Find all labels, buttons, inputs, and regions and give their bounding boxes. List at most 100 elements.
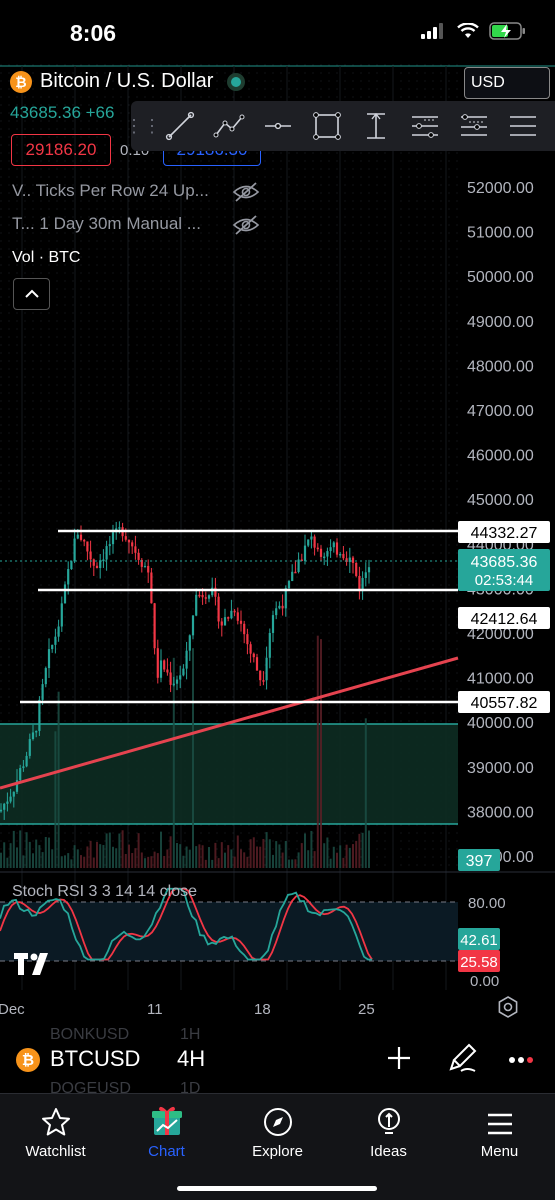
- candle-body: [307, 539, 310, 546]
- trend-line-tool[interactable]: [155, 101, 204, 151]
- measure-tool[interactable]: [351, 101, 400, 151]
- volume-bar: [368, 830, 370, 868]
- candle-body: [79, 534, 83, 540]
- tab-watchlist[interactable]: Watchlist: [0, 1094, 111, 1164]
- volume-bar: [278, 844, 281, 868]
- price-change: 43685.36 +66: [10, 103, 115, 122]
- candle-body: [51, 644, 54, 650]
- volume-bar: [284, 840, 287, 868]
- volume-bar: [342, 857, 345, 868]
- candle-body: [147, 565, 150, 573]
- fib-retracement-tool[interactable]: [400, 101, 449, 151]
- compass-icon: [263, 1108, 292, 1136]
- candle-body: [86, 541, 89, 552]
- eye-off-icon[interactable]: [232, 214, 260, 236]
- candle-body: [191, 615, 195, 636]
- time-label-11: 11: [147, 1001, 163, 1018]
- tradingview-logo: [14, 950, 54, 982]
- time-label-dec: Dec: [0, 1001, 25, 1018]
- candle-body: [326, 551, 329, 557]
- candle-body: [294, 571, 297, 574]
- volume-bar: [156, 853, 159, 868]
- volume-bar: [329, 858, 332, 868]
- candle-body: [252, 653, 255, 658]
- candle-body: [38, 699, 41, 731]
- candle-body: [111, 532, 115, 545]
- collapse-legend-button[interactable]: [13, 278, 50, 310]
- candle-body: [271, 615, 275, 633]
- price-tick-label: 45000.00: [467, 492, 534, 509]
- candle-body: [207, 595, 211, 599]
- candle-body: [92, 559, 95, 566]
- plus-icon[interactable]: [386, 1045, 412, 1071]
- drag-handle-icon[interactable]: ⋮⋮: [125, 101, 161, 151]
- symbol-name[interactable]: BTCUSD: [50, 1046, 140, 1072]
- candle-body: [166, 669, 169, 673]
- candle-body: [230, 610, 233, 619]
- horizontal-line-tool[interactable]: [253, 101, 302, 151]
- volume-bar: [64, 855, 66, 868]
- symbol-header[interactable]: ₿ Bitcoin / U.S. Dollar: [10, 70, 246, 93]
- candle-body: [19, 768, 22, 781]
- sell-button[interactable]: 29186.20: [11, 134, 111, 166]
- candle-body: [201, 594, 204, 598]
- candle-body: [182, 668, 185, 676]
- chart-settings-icon[interactable]: [497, 996, 519, 1018]
- fib-retracement-icon: [411, 116, 438, 138]
- candle-body: [60, 603, 63, 627]
- indicator-volume-profile[interactable]: V.. Ticks Per Row 24 Up...: [12, 181, 209, 201]
- stoch-k-label: 42.61: [458, 928, 500, 950]
- more-options-icon[interactable]: [508, 1055, 534, 1065]
- candle-body: [63, 584, 67, 604]
- volume-bar: [166, 849, 169, 868]
- volume-bar: [227, 845, 230, 868]
- status-icons: [421, 22, 527, 40]
- volume-bar: [288, 859, 290, 868]
- volume-bar: [153, 851, 156, 868]
- parallel-channel-icon: [509, 116, 536, 136]
- eye-off-icon[interactable]: [232, 181, 260, 203]
- volume-indicator-label[interactable]: Vol · BTC: [12, 249, 80, 267]
- tab-ideas[interactable]: Ideas: [333, 1094, 444, 1164]
- volume-bar: [352, 844, 354, 868]
- volume-bar: [176, 842, 178, 868]
- price-tick-label: 51000.00: [467, 225, 534, 242]
- current-price-label: 43685.36 02:53:44: [458, 549, 550, 591]
- volume-bar: [217, 858, 220, 868]
- demand-zone: [0, 724, 458, 824]
- volume-bar: [57, 691, 60, 868]
- tab-explore[interactable]: Explore: [222, 1094, 333, 1164]
- price-tick-label: 47000.00: [467, 403, 534, 420]
- volume-bar: [16, 847, 18, 868]
- vertical-measure-icon: [366, 112, 385, 139]
- indicator-tpo[interactable]: T... 1 Day 30m Manual ...: [12, 214, 201, 234]
- candle-body: [31, 732, 35, 740]
- volume-bar: [348, 847, 351, 868]
- parallel-channel-tool[interactable]: [498, 101, 547, 151]
- polyline-tool[interactable]: [204, 101, 253, 151]
- svg-text:43685.36: 43685.36: [471, 554, 538, 571]
- candle-body: [105, 546, 108, 560]
- candle-body: [102, 559, 105, 562]
- volume-bar: [240, 849, 242, 868]
- tab-label: Ideas: [370, 1143, 407, 1160]
- volume-bar: [291, 859, 294, 868]
- candle-body: [243, 623, 246, 635]
- tab-menu[interactable]: Menu: [444, 1094, 555, 1164]
- candle-body: [236, 612, 239, 621]
- stoch-rsi-label[interactable]: Stoch RSI 3 3 14 14 close: [12, 883, 197, 901]
- candle-body: [262, 680, 265, 682]
- volume-bar: [275, 841, 278, 868]
- volume-bar: [105, 833, 108, 868]
- interval-selector[interactable]: 4H: [177, 1046, 205, 1072]
- tab-label: Menu: [480, 1143, 519, 1160]
- candle-body: [227, 617, 230, 619]
- volume-bar: [25, 832, 28, 868]
- volume-bar: [358, 833, 361, 868]
- rectangle-tool[interactable]: [302, 101, 351, 151]
- currency-select[interactable]: USD: [464, 67, 550, 99]
- tab-chart[interactable]: Chart: [111, 1094, 222, 1164]
- pitchfork-tool[interactable]: [449, 101, 498, 151]
- brush-icon[interactable]: [449, 1043, 477, 1073]
- candle-body: [131, 542, 134, 547]
